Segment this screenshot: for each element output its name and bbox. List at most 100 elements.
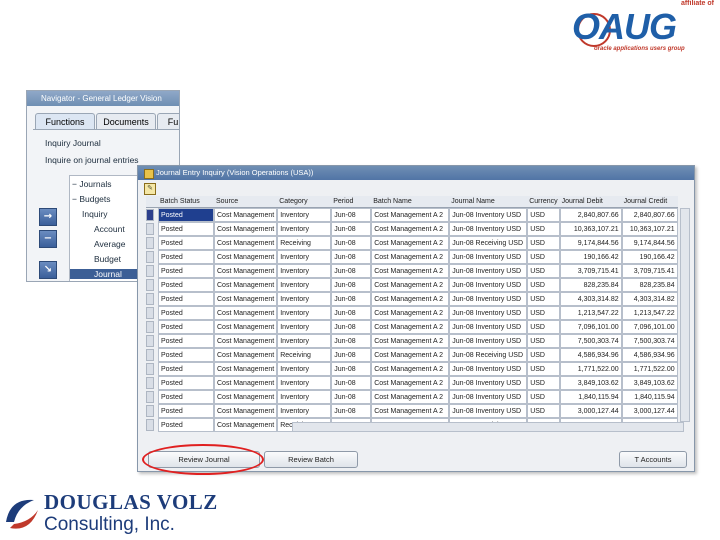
cell-category[interactable]: Inventory	[277, 404, 332, 418]
cell-batch-name[interactable]: Cost Management A 2	[371, 292, 450, 306]
table-row[interactable]: Posted Cost Management Inventory Jun-08 Cost…	[146, 404, 678, 418]
cell-journal-credit[interactable]: 4,303,314.82	[621, 292, 678, 306]
row-indicator[interactable]	[146, 264, 158, 278]
row-indicator[interactable]	[146, 418, 158, 432]
table-row[interactable]: Posted Cost Management Inventory Jun-08 Cost…	[146, 320, 678, 334]
cell-source[interactable]: Cost Management	[214, 236, 278, 250]
table-row[interactable]: Posted Cost Management Inventory Jun-08 Cost…	[146, 362, 678, 376]
cell-category[interactable]: Inventory	[277, 376, 332, 390]
cell-journal-credit[interactable]: 190,166.42	[621, 250, 678, 264]
tree-node-account[interactable]: Account	[94, 224, 125, 234]
cell-currency[interactable]: USD	[527, 236, 560, 250]
cell-currency[interactable]: USD	[527, 222, 560, 236]
cell-currency[interactable]: USD	[527, 362, 560, 376]
cell-journal-credit[interactable]: 828,235.84	[621, 278, 678, 292]
cell-batch-status[interactable]: Posted	[158, 208, 214, 222]
row-indicator[interactable]	[146, 320, 158, 334]
cell-batch-status[interactable]: Posted	[158, 390, 214, 404]
cell-batch-name[interactable]: Cost Management A 2	[371, 390, 450, 404]
cell-journal-debit[interactable]: 190,166.42	[559, 250, 622, 264]
cell-batch-name[interactable]: Cost Management A 2	[371, 236, 450, 250]
row-indicator[interactable]	[146, 362, 158, 376]
cell-period[interactable]: Jun-08	[331, 348, 372, 362]
cell-journal-name[interactable]: Jun-08 Receiving USD	[449, 348, 528, 362]
cell-journal-debit[interactable]: 1,213,547.22	[559, 306, 622, 320]
cell-source[interactable]: Cost Management	[214, 292, 278, 306]
cell-batch-status[interactable]: Posted	[158, 376, 214, 390]
cell-period[interactable]: Jun-08	[331, 278, 372, 292]
cell-period[interactable]: Jun-08	[331, 236, 372, 250]
cell-journal-credit[interactable]: 2,840,807.66	[621, 208, 678, 222]
cell-journal-credit[interactable]: 3,709,715.41	[621, 264, 678, 278]
cell-journal-name[interactable]: Jun-08 Inventory USD	[449, 222, 528, 236]
tree-node-inquiry[interactable]: Inquiry	[82, 209, 108, 219]
cell-source[interactable]: Cost Management	[214, 362, 278, 376]
cell-category[interactable]: Inventory	[277, 278, 332, 292]
cell-batch-name[interactable]: Cost Management A 2	[371, 348, 450, 362]
cell-batch-name[interactable]: Cost Management A 2	[371, 376, 450, 390]
cell-batch-status[interactable]: Posted	[158, 334, 214, 348]
tree-node-journals[interactable]: − Journals	[72, 179, 111, 189]
cell-journal-credit[interactable]: 1,771,522.00	[621, 362, 678, 376]
review-batch-button[interactable]: Review Batch	[264, 451, 358, 468]
col-period[interactable]: Period	[331, 196, 372, 208]
cell-period[interactable]: Jun-08	[331, 306, 372, 320]
minus-icon[interactable]: −	[39, 230, 57, 248]
cell-currency[interactable]: USD	[527, 306, 560, 320]
cell-category[interactable]: Inventory	[277, 306, 332, 320]
cell-source[interactable]: Cost Management	[214, 264, 278, 278]
row-indicator[interactable]	[146, 306, 158, 320]
col-currency[interactable]: Currency	[527, 196, 560, 208]
row-indicator[interactable]	[146, 250, 158, 264]
tree-node-average[interactable]: Average	[94, 239, 126, 249]
cell-journal-debit[interactable]: 3,709,715.41	[559, 264, 622, 278]
table-row[interactable]: Posted Cost Management Inventory Jun-08 Cost…	[146, 390, 678, 404]
cell-journal-credit[interactable]: 7,096,101.00	[621, 320, 678, 334]
cell-journal-name[interactable]: Jun-08 Inventory USD	[449, 306, 528, 320]
table-row[interactable]: Posted Cost Management Inventory Jun-08 Cost…	[146, 278, 678, 292]
col-category[interactable]: Category	[277, 196, 332, 208]
cell-journal-credit[interactable]: 9,174,844.56	[621, 236, 678, 250]
cell-source[interactable]: Cost Management	[214, 278, 278, 292]
cell-category[interactable]: Inventory	[277, 320, 332, 334]
cell-category[interactable]: Inventory	[277, 292, 332, 306]
cell-category[interactable]: Receiving	[277, 348, 332, 362]
cell-journal-credit[interactable]: 1,840,115.94	[621, 390, 678, 404]
row-indicator[interactable]	[146, 376, 158, 390]
cell-batch-name[interactable]: Cost Management A 2	[371, 306, 450, 320]
cell-journal-name[interactable]: Jun-08 Receiving USD	[449, 236, 528, 250]
cell-currency[interactable]: USD	[527, 376, 560, 390]
col-journal-debit[interactable]: Journal Debit	[559, 196, 622, 208]
cell-batch-name[interactable]: Cost Management A 2	[371, 208, 450, 222]
col-source[interactable]: Source	[214, 196, 278, 208]
tab-functions[interactable]: Functions	[35, 113, 95, 130]
cell-journal-debit[interactable]: 828,235.84	[559, 278, 622, 292]
cell-period[interactable]: Jun-08	[331, 222, 372, 236]
cell-journal-name[interactable]: Jun-08 Inventory USD	[449, 334, 528, 348]
cell-source[interactable]: Cost Management	[214, 334, 278, 348]
right-arrow-icon[interactable]: →	[39, 208, 57, 226]
cell-period[interactable]: Jun-08	[331, 292, 372, 306]
cell-source[interactable]: Cost Management	[214, 348, 278, 362]
cell-currency[interactable]: USD	[527, 320, 560, 334]
cell-journal-credit[interactable]: 1,213,547.22	[621, 306, 678, 320]
cell-journal-debit[interactable]: 7,500,303.74	[559, 334, 622, 348]
cell-category[interactable]: Inventory	[277, 222, 332, 236]
cell-journal-debit[interactable]: 4,303,314.82	[559, 292, 622, 306]
cell-journal-credit[interactable]: 7,500,303.74	[621, 334, 678, 348]
cell-period[interactable]: Jun-08	[331, 376, 372, 390]
cell-period[interactable]: Jun-08	[331, 250, 372, 264]
cell-period[interactable]: Jun-08	[331, 208, 372, 222]
t-accounts-button[interactable]: T Accounts	[619, 451, 687, 468]
row-indicator[interactable]	[146, 292, 158, 306]
row-indicator[interactable]	[146, 278, 158, 292]
table-row[interactable]: PostedCost ManagementReceivingJun-08Cost…	[146, 236, 678, 250]
cell-currency[interactable]: USD	[527, 390, 560, 404]
cell-currency[interactable]: USD	[527, 278, 560, 292]
cell-currency[interactable]: USD	[527, 264, 560, 278]
cell-batch-status[interactable]: Posted	[158, 404, 214, 418]
cell-batch-status[interactable]: Posted	[158, 222, 214, 236]
inquire-journal-entries-link[interactable]: Inquire on journal entries	[45, 155, 139, 165]
cell-batch-name[interactable]: Cost Management A 2	[371, 264, 450, 278]
table-row[interactable]: Posted Cost Management Inventory Jun-08 Cost…	[146, 334, 678, 348]
